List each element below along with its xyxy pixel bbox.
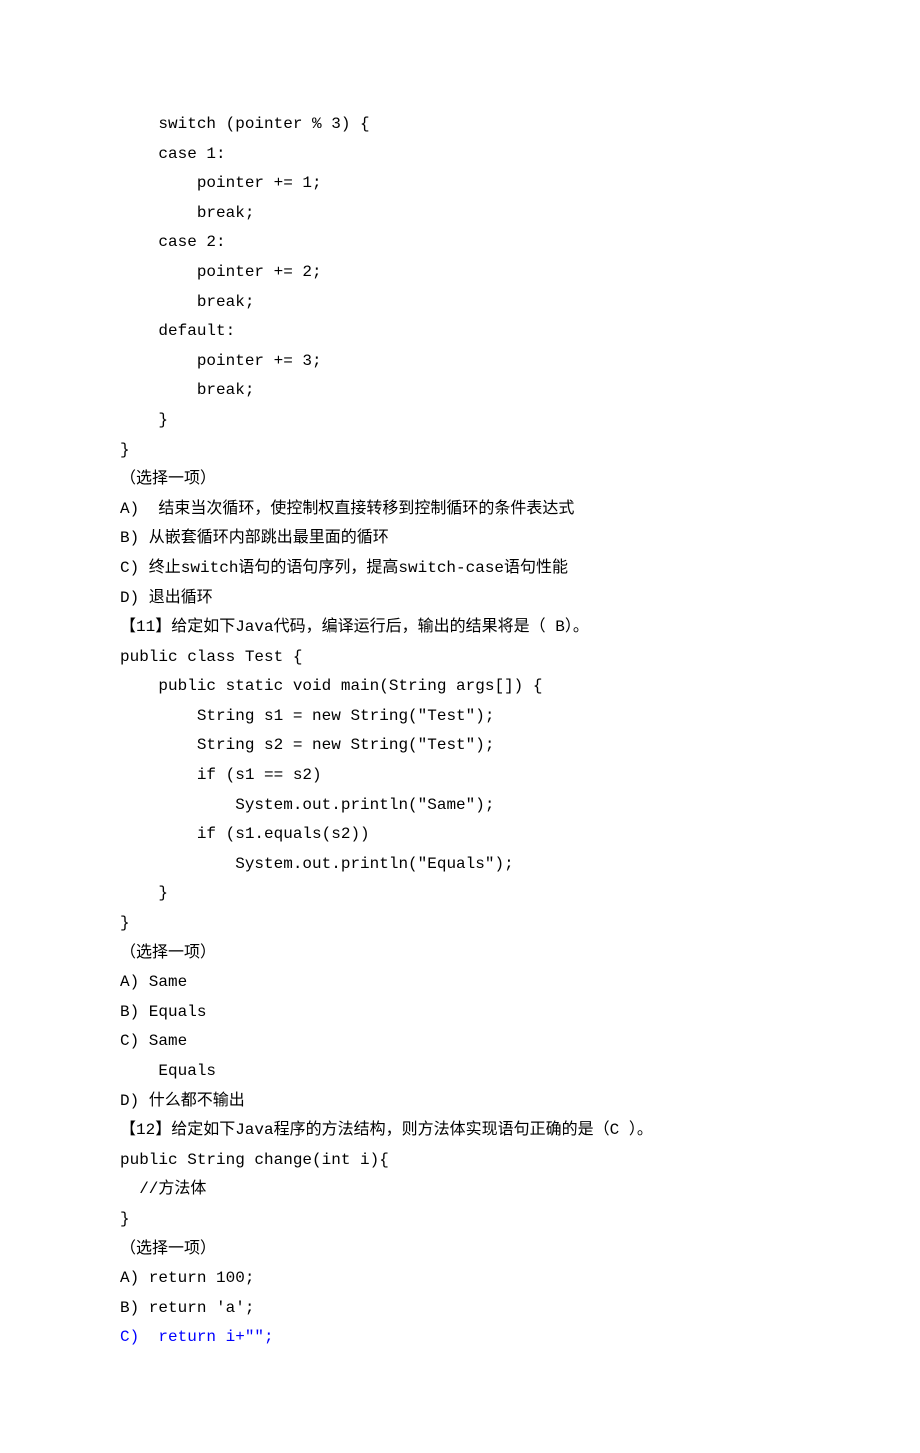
text-line: default: <box>120 317 800 347</box>
text-line: pointer += 3; <box>120 347 800 377</box>
text-line: } <box>120 1205 800 1235</box>
text-line: public static void main(String args[]) { <box>120 672 800 702</box>
text-line: 【12】给定如下Java程序的方法结构，则方法体实现语句正确的是（C ）。 <box>120 1116 800 1146</box>
text-line: B) Equals <box>120 998 800 1028</box>
text-line: break; <box>120 376 800 406</box>
text-line: String s1 = new String("Test"); <box>120 702 800 732</box>
text-line: public String change(int i){ <box>120 1146 800 1176</box>
text-line: } <box>120 436 800 466</box>
text-line: A) return 100; <box>120 1264 800 1294</box>
text-line: case 1: <box>120 140 800 170</box>
text-line: （选择一项） <box>120 939 800 969</box>
text-line: A) Same <box>120 968 800 998</box>
text-line: C) return i+""; <box>120 1323 800 1353</box>
text-line: pointer += 1; <box>120 169 800 199</box>
text-line: D) 什么都不输出 <box>120 1087 800 1117</box>
text-line: （选择一项） <box>120 465 800 495</box>
text-line: System.out.println("Equals"); <box>120 850 800 880</box>
text-line: B) return 'a'; <box>120 1294 800 1324</box>
text-line: String s2 = new String("Test"); <box>120 731 800 761</box>
text-line: A) 结束当次循环，使控制权直接转移到控制循环的条件表达式 <box>120 495 800 525</box>
text-line: B) 从嵌套循环内部跳出最里面的循环 <box>120 524 800 554</box>
text-line: C) 终止switch语句的语句序列，提高switch-case语句性能 <box>120 554 800 584</box>
text-line: if (s1 == s2) <box>120 761 800 791</box>
text-line: 【11】给定如下Java代码，编译运行后，输出的结果将是（ B）。 <box>120 613 800 643</box>
text-line: C) Same <box>120 1027 800 1057</box>
text-line: public class Test { <box>120 643 800 673</box>
text-line: break; <box>120 288 800 318</box>
text-line: pointer += 2; <box>120 258 800 288</box>
text-line: switch (pointer % 3) { <box>120 110 800 140</box>
text-line: } <box>120 909 800 939</box>
text-line: } <box>120 879 800 909</box>
text-line: （选择一项） <box>120 1235 800 1265</box>
text-line: if (s1.equals(s2)) <box>120 820 800 850</box>
text-line: } <box>120 406 800 436</box>
text-line: D) 退出循环 <box>120 584 800 614</box>
text-line: Equals <box>120 1057 800 1087</box>
text-line: System.out.println("Same"); <box>120 791 800 821</box>
text-line: //方法体 <box>120 1175 800 1205</box>
text-line: break; <box>120 199 800 229</box>
document-page: switch (pointer % 3) { case 1: pointer +… <box>0 0 920 1453</box>
text-line: case 2: <box>120 228 800 258</box>
